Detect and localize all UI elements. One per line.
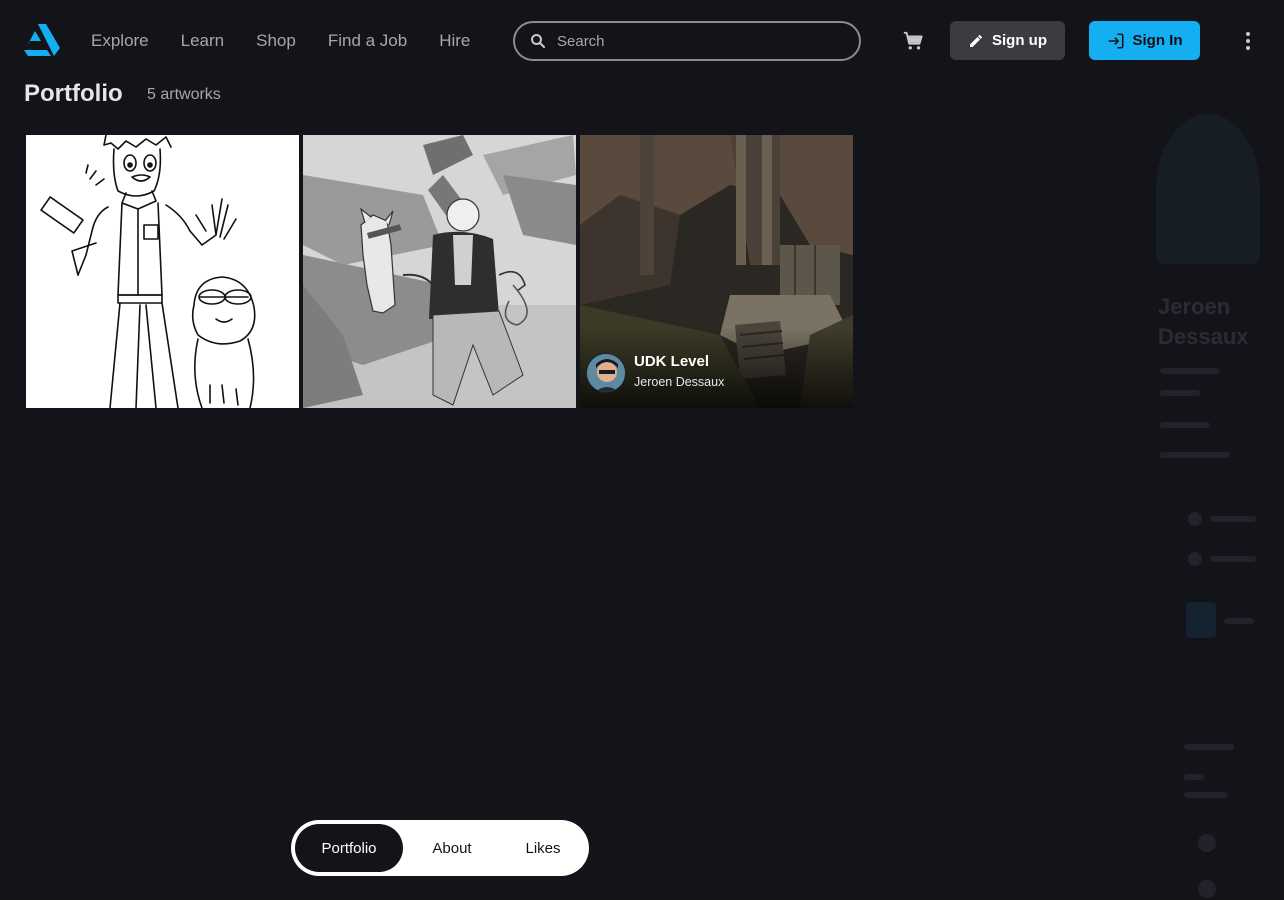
pencil-icon	[970, 34, 982, 47]
sign-in-label: Sign In	[1132, 32, 1183, 49]
author-avatar[interactable]	[586, 353, 626, 393]
profile-sidebar-faded: Jeroen Dessaux	[1154, 78, 1260, 900]
login-icon	[1108, 33, 1123, 48]
artwork-thumbnail-1[interactable]	[26, 135, 299, 408]
nav-shop[interactable]: Shop	[256, 30, 296, 52]
main-nav: Explore Learn Shop Find a Job Hire	[91, 30, 502, 52]
line-drawing-image	[40, 135, 256, 408]
profile-banner-image	[1156, 114, 1260, 264]
pilot-illustration-image	[303, 135, 576, 408]
sign-in-button[interactable]: Sign In	[1089, 21, 1200, 60]
artwork-author[interactable]: Jeroen Dessaux	[634, 374, 724, 390]
avatar-image	[587, 354, 625, 392]
profile-badge-faded	[1186, 602, 1216, 638]
artwork-title: UDK Level	[634, 353, 710, 370]
nav-learn[interactable]: Learn	[181, 30, 224, 52]
tab-portfolio[interactable]: Portfolio	[295, 824, 403, 872]
cart-icon[interactable]	[902, 30, 924, 52]
artwork-thumbnail-2[interactable]	[303, 135, 576, 408]
sign-up-label: Sign up	[992, 32, 1047, 49]
nav-explore[interactable]: Explore	[91, 30, 149, 52]
portfolio-title: Portfolio	[24, 80, 123, 107]
search-input[interactable]	[557, 32, 837, 50]
more-menu-icon[interactable]	[1238, 28, 1258, 54]
profile-name-faded: Jeroen Dessaux	[1158, 294, 1249, 349]
tab-about[interactable]: About	[403, 824, 501, 872]
artwork-count: 5 artworks	[147, 86, 221, 103]
tab-likes[interactable]: Likes	[501, 824, 585, 872]
artstation-logo-icon[interactable]	[24, 24, 60, 56]
nav-hire[interactable]: Hire	[439, 30, 470, 52]
top-header: Explore Learn Shop Find a Job Hire Sign …	[0, 0, 1284, 80]
search-box[interactable]	[513, 21, 861, 61]
artwork-thumbnail-3[interactable]: UDK Level Jeroen Dessaux	[580, 135, 853, 408]
profile-tab-bar: Portfolio About Likes	[291, 820, 589, 876]
sign-up-button[interactable]: Sign up	[950, 21, 1065, 60]
search-icon	[531, 34, 546, 49]
nav-find-a-job[interactable]: Find a Job	[328, 30, 407, 52]
